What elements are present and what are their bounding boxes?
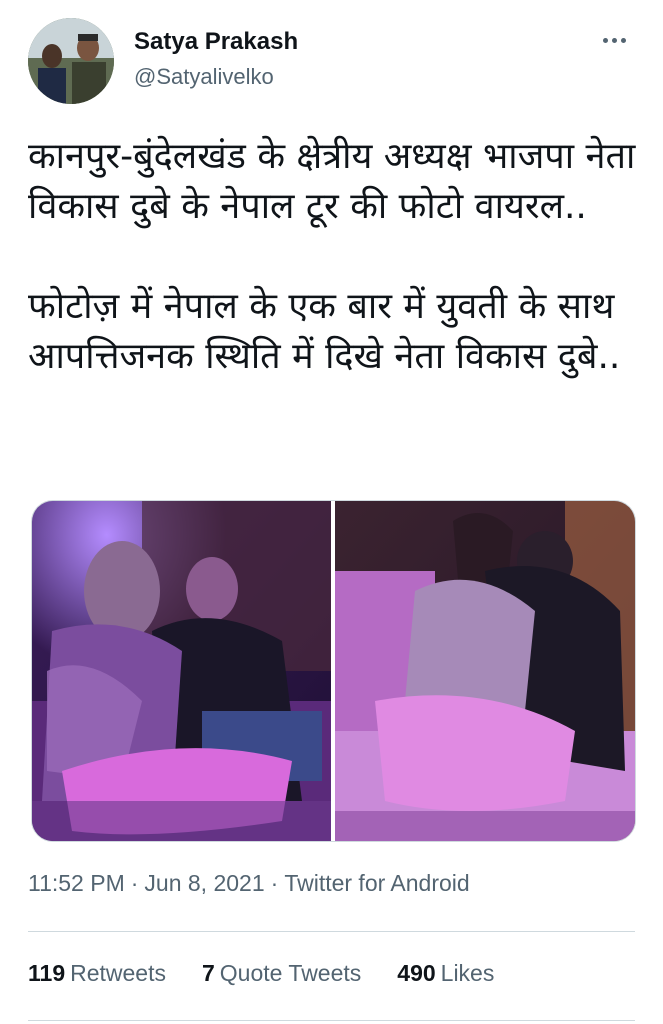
- avatar[interactable]: [28, 18, 114, 104]
- tweet-card: Satya Prakash @Satyalivelko कानपुर-बुंदे…: [0, 0, 663, 1024]
- likes-count: 490: [397, 960, 436, 986]
- divider: [28, 931, 635, 932]
- tweet-photo-2[interactable]: [335, 501, 635, 841]
- likes-stat[interactable]: 490 Likes: [397, 960, 494, 987]
- divider: [28, 1020, 635, 1021]
- tweet-source[interactable]: Twitter for Android: [284, 870, 469, 896]
- tweet-date[interactable]: Jun 8, 2021: [144, 870, 264, 896]
- tweet-text: कानपुर-बुंदेलखंड के क्षेत्रीय अध्यक्ष भा…: [28, 132, 640, 382]
- user-handle[interactable]: @Satyalivelko: [134, 64, 274, 90]
- retweets-label: Retweets: [70, 960, 166, 986]
- tweet-paragraph: फोटोज़ में नेपाल के एक बार में युवती के …: [28, 286, 626, 377]
- likes-label: Likes: [440, 960, 495, 986]
- tweet-photo-1[interactable]: [32, 501, 331, 841]
- retweets-count: 119: [28, 960, 66, 986]
- more-options-icon[interactable]: [594, 28, 634, 52]
- dot: [620, 37, 626, 43]
- media-grid: [31, 500, 636, 842]
- tweet-timestamp: 11:52 PM · Jun 8, 2021 · Twitter for Android: [28, 870, 470, 897]
- retweets-stat[interactable]: 119 Retweets: [28, 960, 166, 987]
- separator: ·: [270, 870, 279, 896]
- quote-tweets-count: 7: [201, 960, 215, 986]
- tweet-time[interactable]: 11:52 PM: [28, 870, 125, 896]
- dot: [602, 37, 608, 43]
- quote-tweets-stat[interactable]: 7 Quote Tweets: [202, 960, 361, 987]
- tweet-paragraph: कानपुर-बुंदेलखंड के क्षेत्रीय अध्यक्ष भा…: [28, 136, 647, 227]
- display-name[interactable]: Satya Prakash: [134, 28, 298, 56]
- separator: ·: [130, 870, 139, 896]
- dot: [611, 37, 617, 43]
- engagement-stats: 119 Retweets 7 Quote Tweets 490 Likes: [28, 960, 494, 987]
- quote-tweets-label: Quote Tweets: [219, 960, 362, 986]
